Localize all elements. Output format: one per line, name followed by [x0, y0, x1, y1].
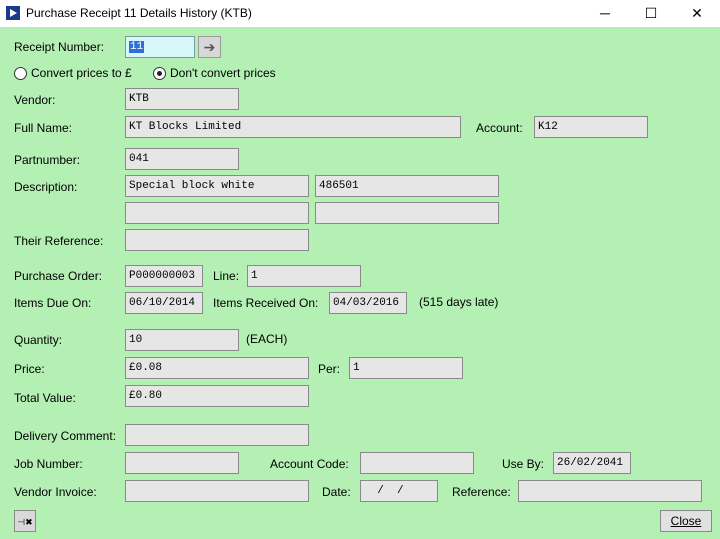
account-code-label: Account Code: [270, 457, 349, 471]
vendor-invoice-label: Vendor Invoice: [14, 485, 97, 499]
dont-convert-prices-radio[interactable] [153, 67, 166, 80]
items-due-label: Items Due On: [14, 296, 92, 310]
reference-label: Reference: [452, 485, 511, 499]
quantity-unit: (EACH) [246, 332, 288, 346]
per-label: Per: [318, 362, 341, 376]
go-arrow-button[interactable]: ➔ [198, 36, 221, 58]
account-label: Account: [476, 121, 523, 135]
price-label: Price: [14, 362, 45, 376]
minimize-button[interactable]: ─ [582, 0, 628, 27]
close-button[interactable]: Close [660, 510, 712, 532]
description-field-1a[interactable]: Special block white [125, 175, 309, 197]
date-label: Date: [322, 485, 351, 499]
date-field[interactable]: / / [360, 480, 438, 502]
quantity-field[interactable]: 10 [125, 329, 239, 351]
full-name-label: Full Name: [14, 121, 73, 135]
partnumber-field[interactable]: 041 [125, 148, 239, 170]
their-reference-label: Their Reference: [14, 234, 104, 248]
purchase-order-field[interactable]: P000000003 [125, 265, 203, 287]
receipt-number-field[interactable]: 11 [125, 36, 195, 58]
description-label: Description: [14, 180, 78, 194]
per-field[interactable]: 1 [349, 357, 463, 379]
receipt-number-label: Receipt Number: [14, 40, 105, 54]
close-window-button[interactable]: ✕ [674, 0, 720, 27]
partnumber-label: Partnumber: [14, 153, 81, 167]
items-due-field[interactable]: 06/10/2014 [125, 292, 203, 314]
maximize-button[interactable]: ☐ [628, 0, 674, 27]
purchase-order-label: Purchase Order: [14, 269, 103, 283]
pin-button[interactable]: ⊣✖ [14, 510, 36, 532]
quantity-label: Quantity: [14, 333, 63, 347]
description-field-1b[interactable]: 486501 [315, 175, 499, 197]
title-bar: Purchase Receipt 11 Details History (KTB… [0, 0, 720, 27]
job-number-label: Job Number: [14, 457, 83, 471]
items-received-field[interactable]: 04/03/2016 [329, 292, 407, 314]
account-code-field[interactable] [360, 452, 474, 474]
reference-field[interactable] [518, 480, 702, 502]
use-by-field[interactable]: 26/02/2041 [553, 452, 631, 474]
delivery-comment-field[interactable] [125, 424, 309, 446]
convert-prices-label[interactable]: Convert prices to £ [31, 66, 132, 80]
line-field[interactable]: 1 [247, 265, 361, 287]
days-late-note: (515 days late) [419, 295, 499, 309]
items-received-label: Items Received On: [213, 296, 319, 310]
pin-icon: ⊣✖ [17, 517, 33, 527]
description-field-2a[interactable] [125, 202, 309, 224]
line-label: Line: [213, 269, 240, 283]
vendor-label: Vendor: [14, 93, 56, 107]
receipt-number-value: 11 [129, 41, 145, 53]
convert-prices-radio[interactable] [14, 67, 27, 80]
job-number-field[interactable] [125, 452, 239, 474]
full-name-field[interactable]: KT Blocks Limited [125, 116, 461, 138]
form-area: Receipt Number: 11 ➔ Convert prices to £… [0, 27, 720, 539]
window-title: Purchase Receipt 11 Details History (KTB… [26, 6, 252, 20]
their-reference-field[interactable] [125, 229, 309, 251]
price-field[interactable]: £0.08 [125, 357, 309, 379]
vendor-field[interactable]: KTB [125, 88, 239, 110]
vendor-invoice-field[interactable] [125, 480, 309, 502]
app-icon [6, 6, 20, 20]
delivery-comment-label: Delivery Comment: [14, 429, 117, 443]
account-field[interactable]: K12 [534, 116, 648, 138]
total-value-field[interactable]: £0.80 [125, 385, 309, 407]
description-field-2b[interactable] [315, 202, 499, 224]
arrow-right-icon: ➔ [203, 39, 216, 55]
use-by-label: Use By: [502, 457, 545, 471]
dont-convert-prices-label[interactable]: Don't convert prices [170, 66, 276, 80]
total-value-label: Total Value: [14, 391, 76, 405]
